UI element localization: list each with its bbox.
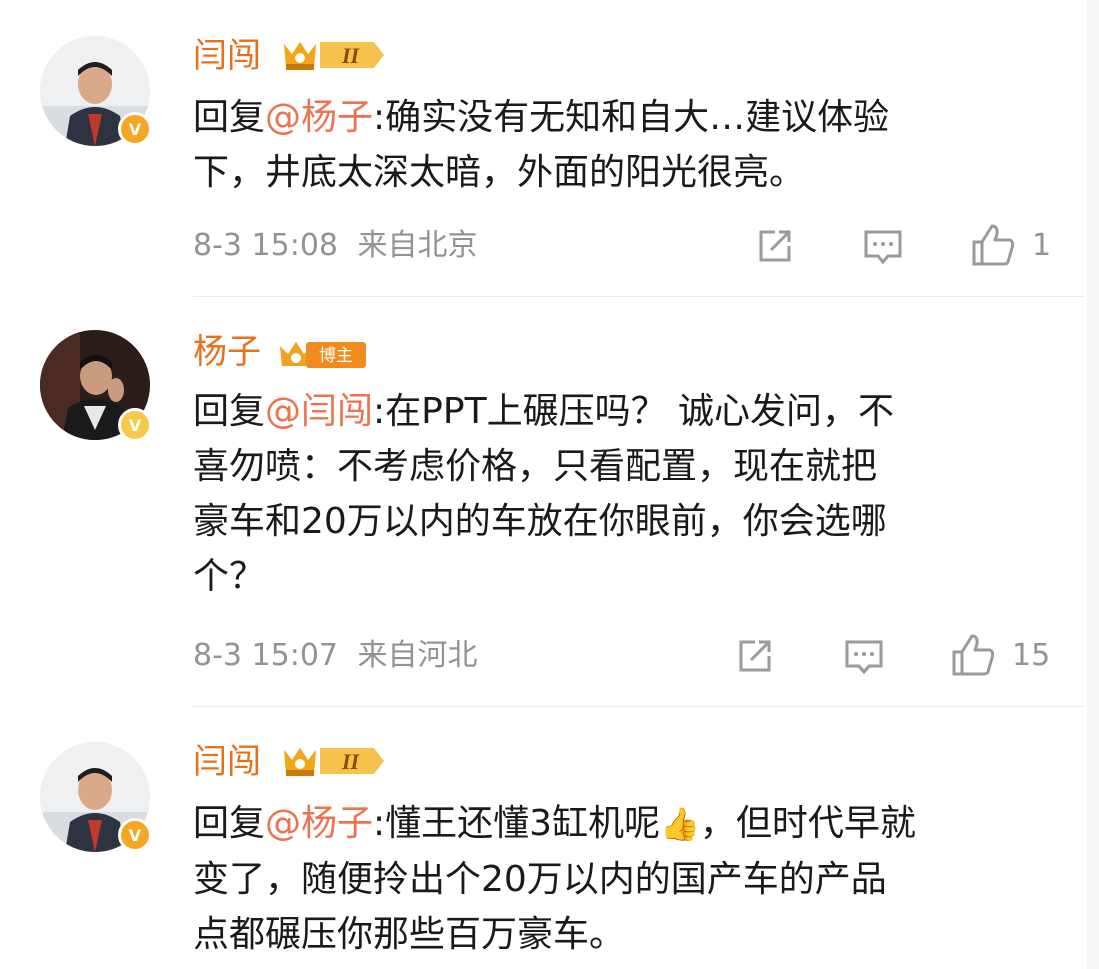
comment-icon bbox=[845, 640, 883, 675]
level-text: II bbox=[341, 749, 361, 774]
comment-line: :懂王还懂3缸机呢 bbox=[373, 803, 661, 844]
comment-icon bbox=[864, 230, 902, 265]
comment-line: 下，井底太深太暗，外面的阳光很亮。 bbox=[193, 152, 806, 193]
mention-link[interactable]: @杨子 bbox=[265, 803, 373, 844]
divider bbox=[193, 296, 1085, 297]
location: 来自北京 bbox=[357, 228, 478, 263]
badge-text: 博主 bbox=[319, 346, 353, 366]
comment-line: ，但时代早就 bbox=[699, 803, 916, 844]
comment-text: 回复@杨子:确实没有无知和自大…建议体验 下，井底太深太暗，外面的阳光很亮。 bbox=[193, 90, 1063, 200]
comment-line: :在PPT上碾压吗？ 诚心发问，不 bbox=[373, 391, 895, 432]
like-count: 1 bbox=[1032, 227, 1052, 263]
reply-prefix: 回复 bbox=[193, 803, 266, 844]
divider bbox=[193, 706, 1085, 707]
username[interactable]: 杨子 bbox=[193, 332, 261, 372]
vip-level-badge-icon: II bbox=[280, 36, 386, 74]
vip-level-badge-icon: II bbox=[280, 742, 386, 780]
reply-prefix: 回复 bbox=[193, 391, 266, 432]
repost-button[interactable] bbox=[735, 636, 775, 676]
verified-badge-icon: V bbox=[118, 112, 152, 146]
like-button[interactable]: 15 bbox=[950, 632, 1050, 678]
username[interactable]: 闫闯 bbox=[193, 36, 261, 76]
comment-text: 回复@闫闯:在PPT上碾压吗？ 诚心发问，不 喜勿喷：不考虑价格，只看配置，现在… bbox=[193, 384, 1063, 604]
comment-line: 变了，随便拎出个20万以内的国产车的产品 bbox=[193, 859, 887, 900]
like-count: 15 bbox=[1012, 637, 1051, 673]
thumbs-up-icon bbox=[952, 634, 995, 676]
mention-link[interactable]: @杨子 bbox=[265, 97, 373, 138]
verified-badge-icon: V bbox=[118, 818, 152, 852]
comment-button[interactable] bbox=[862, 226, 904, 268]
repost-icon bbox=[759, 230, 791, 262]
timestamp: 8-3 15:08 bbox=[193, 228, 338, 263]
repost-icon bbox=[739, 640, 771, 672]
comment-button[interactable] bbox=[843, 636, 885, 678]
verified-badge-icon: V bbox=[118, 408, 152, 442]
thumbs-up-emoji-icon: 👍 bbox=[660, 805, 700, 843]
reply-prefix: 回复 bbox=[193, 97, 266, 138]
comment-line: 个？ bbox=[193, 556, 266, 597]
thumbs-up-icon bbox=[972, 224, 1015, 266]
blogger-badge-icon: 博主 bbox=[278, 334, 368, 372]
timestamp: 8-3 15:07 bbox=[193, 638, 338, 673]
repost-button[interactable] bbox=[755, 226, 795, 266]
comment-meta: 8-3 15:08 来自北京 bbox=[193, 226, 478, 266]
comment-line: 点都碾压你那些百万豪车。 bbox=[193, 914, 626, 955]
comment-text: 回复@杨子:懂王还懂3缸机呢👍，但时代早就 变了，随便拎出个20万以内的国产车的… bbox=[193, 796, 1063, 962]
username[interactable]: 闫闯 bbox=[193, 742, 261, 782]
mention-link[interactable]: @闫闯 bbox=[265, 391, 373, 432]
scroll-track[interactable] bbox=[1087, 0, 1099, 969]
like-button[interactable]: 1 bbox=[970, 222, 1051, 268]
level-text: II bbox=[341, 43, 361, 68]
comment-line: 豪车和20万以内的车放在你眼前，你会选哪 bbox=[193, 501, 887, 542]
location: 来自河北 bbox=[357, 638, 478, 673]
comment-line: :确实没有无知和自大…建议体验 bbox=[373, 97, 890, 138]
comment-meta: 8-3 15:07 来自河北 bbox=[193, 636, 478, 676]
comment-line: 喜勿喷：不考虑价格，只看配置，现在就把 bbox=[193, 446, 878, 487]
